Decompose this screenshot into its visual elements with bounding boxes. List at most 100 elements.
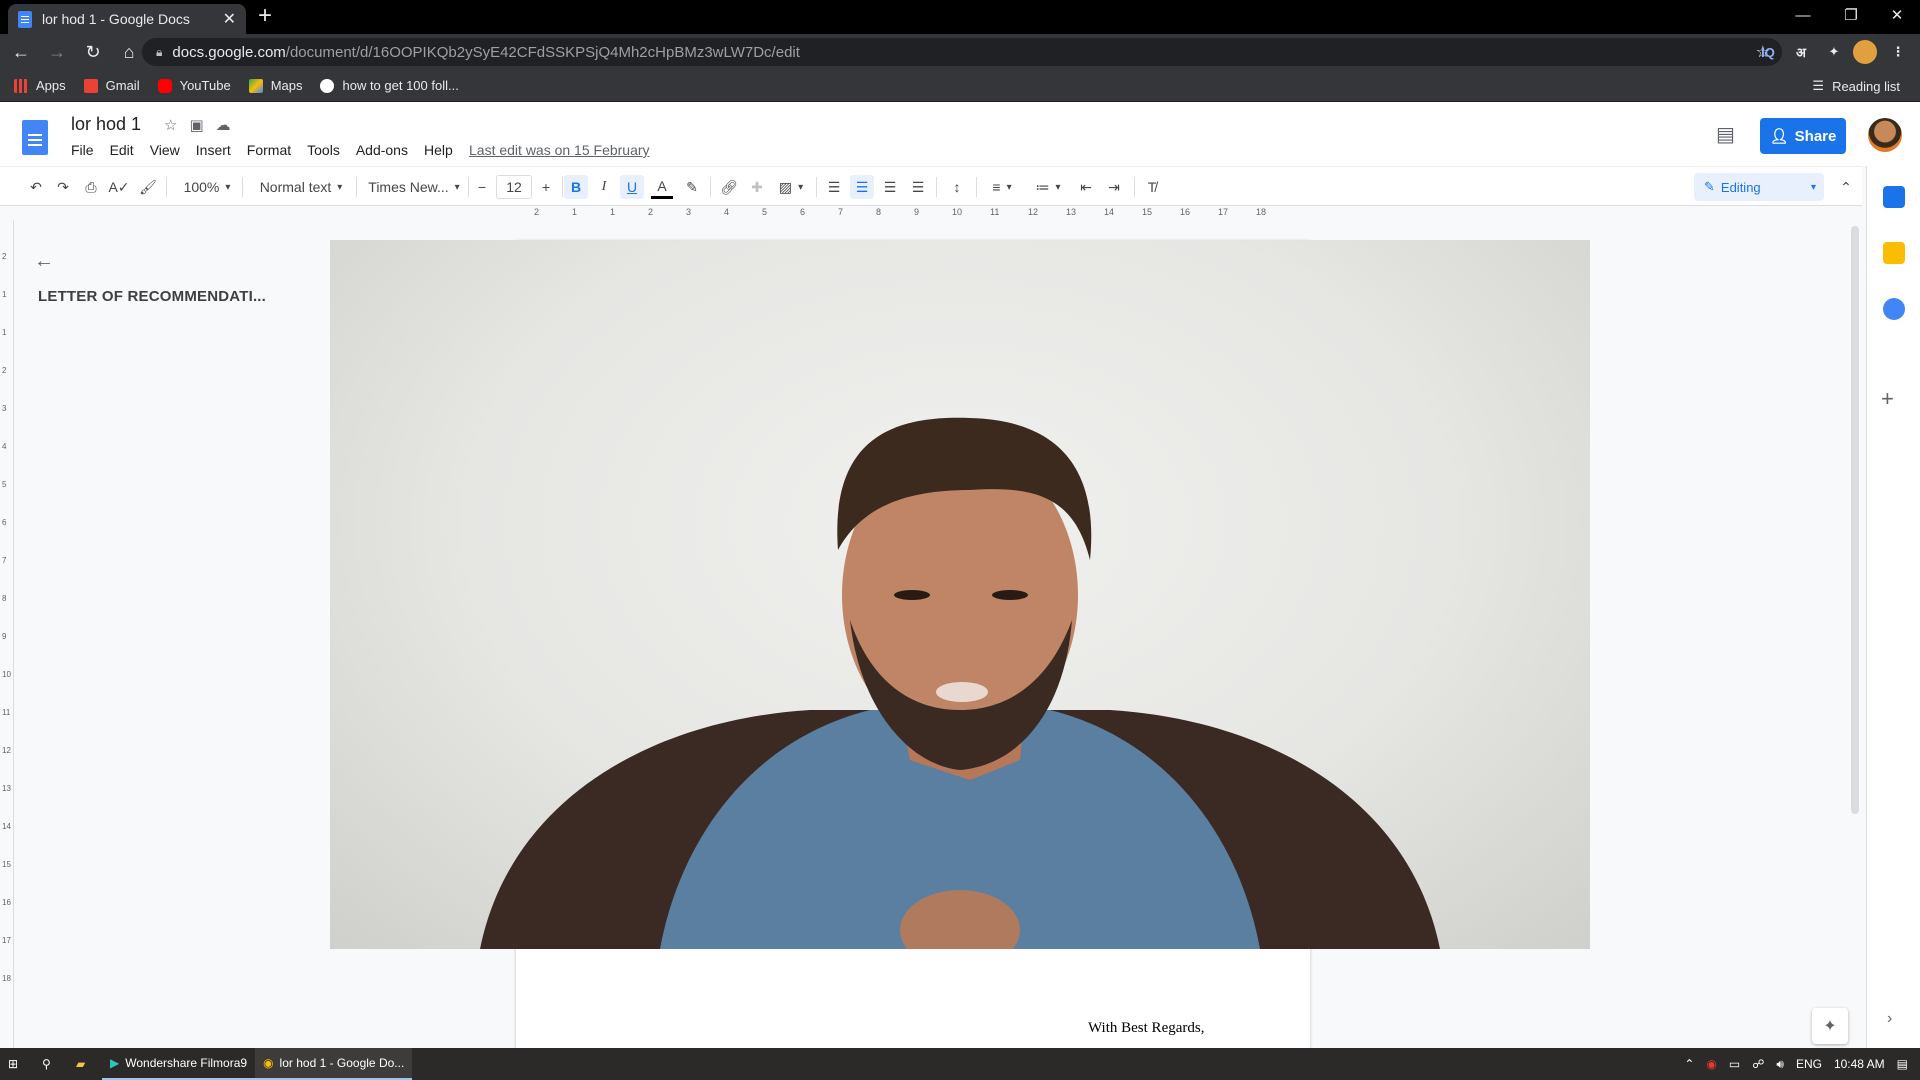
redo-icon[interactable]: ↷ [53,175,73,199]
forward-button[interactable]: → [42,37,72,67]
keep-icon[interactable] [1883,242,1905,264]
bookmark-google-search[interactable]: how to get 100 foll... [320,78,459,93]
volume-icon[interactable]: 🔊︎ [1776,1057,1784,1072]
text-color-icon[interactable]: A [651,175,673,199]
menu-file[interactable]: File [71,142,94,158]
ruler-tick-label: 12 [1028,207,1039,217]
clear-formatting-icon[interactable]: T̸ [1142,175,1162,199]
taskbar-app-chrome[interactable]: ◉ lor hod 1 - Google Do... [255,1048,413,1080]
reload-button[interactable]: ↻ [78,37,108,67]
tasks-icon[interactable] [1883,298,1905,320]
youtube-icon [157,78,172,93]
recording-icon[interactable]: ◉ [1706,1057,1716,1071]
comment-history-icon[interactable]: ▤ [1716,122,1735,147]
explore-button[interactable]: ✦ [1812,1008,1848,1044]
last-edit-link[interactable]: Last edit was on 15 February [469,142,650,158]
cloud-saved-icon[interactable]: ☁ [216,116,231,134]
horizontal-ruler[interactable]: 2 1 1 2 3 4 5 6 7 8 9 10 11 12 13 14 15 16 17 18 [516,206,1312,220]
tray-expand-icon[interactable]: ⌃ [1684,1057,1694,1071]
clock[interactable]: 10:48 AM [1834,1057,1885,1071]
menu-format[interactable]: Format [247,142,291,158]
restore-button[interactable]: ❐ [1828,0,1874,30]
home-button[interactable]: ⌂ [114,37,144,67]
calendar-icon[interactable] [1883,186,1905,208]
menu-tools[interactable]: Tools [307,142,340,158]
increase-font-size-icon[interactable]: + [538,175,554,199]
numbered-list-icon[interactable]: ≡ [984,175,1020,199]
editing-mode-label: Editing [1720,179,1761,195]
underline-icon[interactable]: U [620,175,644,199]
reading-list-button[interactable]: ☰ Reading list [1812,70,1900,102]
outline-heading[interactable]: LETTER OF RECOMMENDATI... [38,288,266,305]
align-left-icon[interactable]: ☰ [824,175,844,199]
file-explorer-icon[interactable]: ▰ [68,1048,102,1080]
bold-icon[interactable]: B [564,175,588,199]
taskbar-app-filmora[interactable]: ▶ Wondershare Filmora9 [102,1048,256,1080]
spellcheck-icon[interactable]: A✓ [108,175,129,199]
document-title[interactable]: lor hod 1 [71,114,141,135]
menu-view[interactable]: View [150,142,180,158]
align-center-icon[interactable]: ☰ [850,175,874,199]
undo-icon[interactable]: ↶ [26,175,46,199]
back-button[interactable]: ← [6,37,36,67]
paint-format-icon[interactable]: 🖌︎ [138,175,158,199]
editing-mode-select[interactable]: ✎ Editing ▾ [1694,173,1824,201]
language-indicator[interactable]: ENG [1796,1057,1822,1071]
address-bar[interactable]: 🔒︎ docs.google.com/document/d/16OOPIKQb2… [142,38,1782,66]
bookmark-maps[interactable]: Maps [248,78,302,93]
document-scrollbar[interactable] [1851,226,1859,814]
network-icon[interactable]: ☍ [1752,1057,1764,1071]
close-outline-icon[interactable]: ← [34,250,54,273]
search-icon[interactable]: ⚲ [34,1048,68,1080]
notifications-icon[interactable]: ▤ [1897,1057,1908,1071]
bookmark-apps[interactable]: Apps [14,78,66,93]
highlight-color-icon[interactable]: ✎ [681,175,703,199]
star-icon[interactable]: ☆ [164,116,177,134]
align-right-icon[interactable]: ☰ [880,175,900,199]
insert-link-icon[interactable]: 🔗︎ [718,175,740,199]
line-spacing-icon[interactable]: ↕ [946,175,968,199]
share-button[interactable]: 👤︎ Share [1760,118,1846,154]
menu-bar: File Edit View Insert Format Tools Add-o… [71,142,469,158]
style-select[interactable]: Normal text [254,175,348,199]
window-close-button[interactable]: ✕ [1874,0,1920,30]
increase-indent-icon[interactable]: ⇥ [1104,175,1124,199]
vruler-tick-label: 8 [2,594,7,603]
insert-image-icon[interactable]: ▨ [774,175,808,199]
separator [356,177,357,197]
decrease-indent-icon[interactable]: ⇤ [1076,175,1096,199]
docs-home-icon[interactable] [22,120,48,155]
hide-menus-icon[interactable]: ⌃ [1836,175,1856,199]
print-icon[interactable]: ⎙ [81,175,101,199]
closing-text[interactable]: With Best Regards, [1088,1020,1204,1037]
zoom-select[interactable]: 100% [180,175,234,199]
justify-icon[interactable]: ☰ [908,175,928,199]
menu-edit[interactable]: Edit [110,142,134,158]
language-extension-icon[interactable]: अ [1789,40,1813,64]
profile-avatar[interactable] [1853,40,1877,64]
font-select[interactable]: Times New... [368,175,460,199]
new-tab-button[interactable]: + [258,2,272,30]
windows-start-icon[interactable]: ⊞ [0,1048,34,1080]
font-size-input[interactable]: 12 [496,175,532,199]
add-ons-plus-icon[interactable]: + [1881,386,1894,412]
extensions-puzzle-icon[interactable]: ✦ [1822,40,1846,64]
browser-menu-icon[interactable]: ⋮ [1886,40,1910,64]
expand-panel-icon[interactable]: › [1887,1010,1892,1028]
bookmark-youtube[interactable]: YouTube [157,78,231,93]
bookmark-gmail[interactable]: Gmail [83,78,140,93]
battery-icon[interactable]: ▭ [1729,1057,1740,1071]
menu-addons[interactable]: Add-ons [356,142,408,158]
menu-help[interactable]: Help [424,142,453,158]
tab-close-icon[interactable]: ✕ [223,9,236,29]
minimize-button[interactable]: — [1780,0,1826,30]
decrease-font-size-icon[interactable]: − [474,175,490,199]
italic-icon[interactable]: I [594,175,614,199]
menu-insert[interactable]: Insert [196,142,231,158]
move-folder-icon[interactable]: ▣ [189,116,203,134]
browser-tab-docs[interactable]: lor hod 1 - Google Docs ✕ [8,4,246,34]
bulleted-list-icon[interactable]: ≔ [1030,175,1066,199]
iq-extension-icon[interactable]: IQ [1756,40,1780,64]
add-comment-icon[interactable]: ✚ [746,175,768,199]
account-avatar[interactable] [1868,118,1902,152]
